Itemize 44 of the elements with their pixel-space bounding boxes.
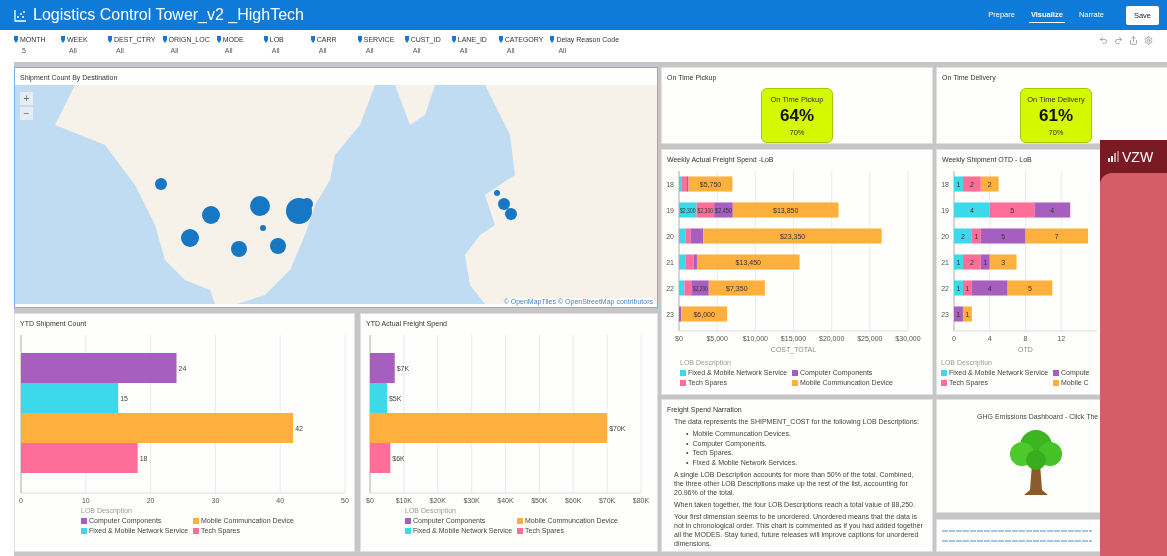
pin-icon xyxy=(451,36,456,43)
zoom-in-button[interactable]: + xyxy=(20,92,33,105)
kpi-value: 61% xyxy=(1039,105,1073,126)
bar-segment xyxy=(962,306,972,322)
bar-segment xyxy=(1025,228,1089,244)
pin-icon xyxy=(263,36,268,43)
pin-icon xyxy=(216,36,221,43)
zoom-out-button[interactable]: − xyxy=(20,107,33,120)
map-bubble[interactable] xyxy=(301,198,313,210)
redo-icon[interactable] xyxy=(1114,36,1123,45)
map-bubble[interactable] xyxy=(270,238,286,254)
map-bubble[interactable] xyxy=(231,241,247,257)
pin-icon xyxy=(404,36,409,43)
map-bubble[interactable] xyxy=(260,225,266,231)
pin-icon xyxy=(162,36,167,43)
map-bubble[interactable] xyxy=(202,206,220,224)
bar-segment xyxy=(954,280,963,296)
map-bubble[interactable] xyxy=(494,190,500,196)
undo-icon[interactable] xyxy=(1099,36,1108,45)
carrier-label: VZW xyxy=(1122,148,1154,165)
pin-icon xyxy=(14,36,18,43)
map-bubble[interactable] xyxy=(250,196,270,216)
pin-icon xyxy=(310,36,315,43)
pin-icon xyxy=(357,36,362,43)
bar-segment xyxy=(954,202,990,218)
export-icon[interactable] xyxy=(1129,36,1138,45)
bar-segment xyxy=(679,202,697,218)
bar-segment xyxy=(954,306,963,322)
pin-icon xyxy=(498,36,503,43)
pin-icon xyxy=(108,36,112,43)
pin-icon xyxy=(61,36,65,43)
map-bubble[interactable] xyxy=(498,198,510,210)
bar-segment xyxy=(1007,280,1053,296)
map-bubble[interactable] xyxy=(181,229,199,247)
kpi-value: 64% xyxy=(780,105,814,126)
map-bubble[interactable] xyxy=(505,208,517,220)
bar-segment xyxy=(1034,202,1071,218)
map-bubble[interactable] xyxy=(155,178,167,190)
bar-segment xyxy=(989,202,1035,218)
dashboard-title: Logistics Control Tower_v2 _HighTech xyxy=(33,6,304,24)
settings-icon[interactable] xyxy=(1144,36,1153,45)
pin-icon xyxy=(550,36,555,43)
signal-icon xyxy=(1108,151,1119,162)
chart-icon xyxy=(14,8,27,22)
